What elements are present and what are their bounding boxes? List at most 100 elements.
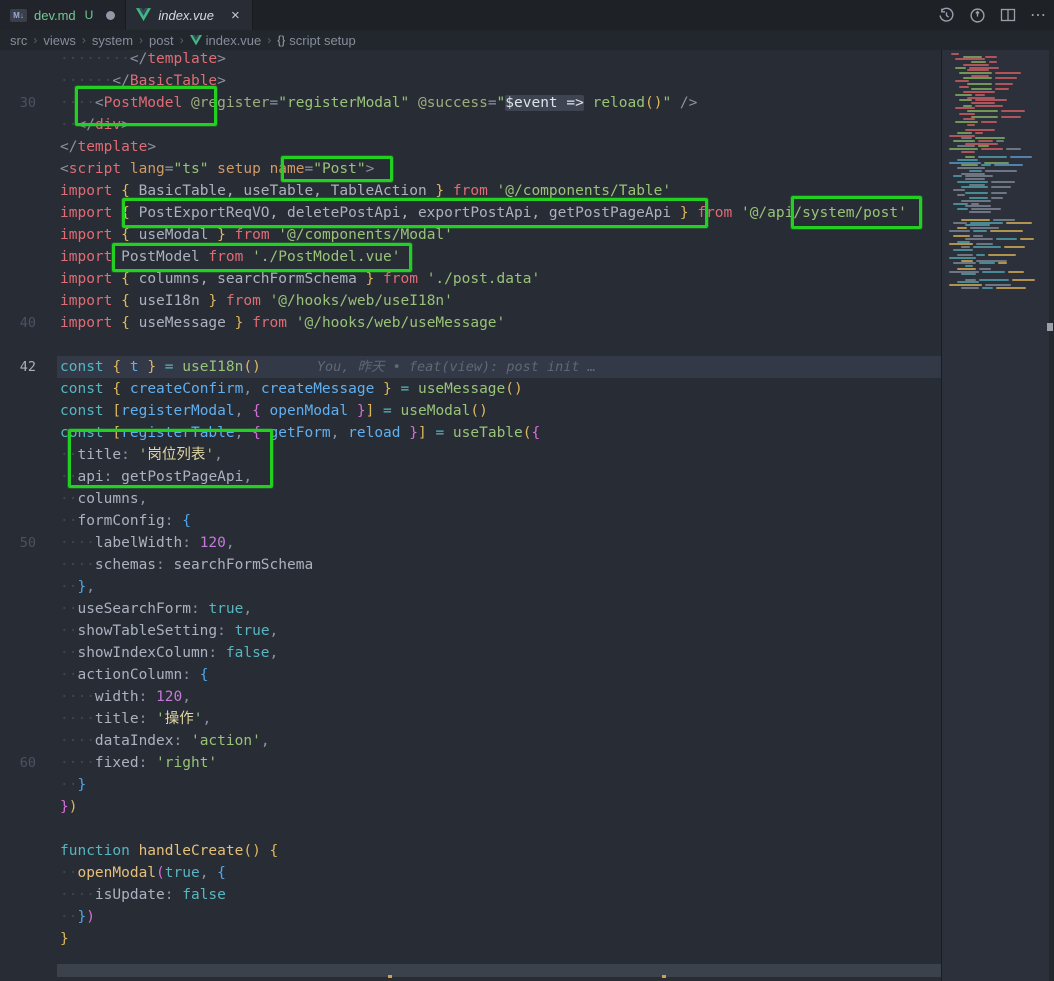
minimap-row — [949, 287, 1045, 289]
breadcrumb-item-src[interactable]: src — [10, 33, 27, 48]
code-line-63[interactable] — [0, 818, 941, 840]
code-line-67[interactable]: ··}) — [0, 906, 941, 928]
code-token: , — [261, 733, 270, 749]
breadcrumb-item-views[interactable]: views — [43, 33, 76, 48]
code-line-35[interactable]: import { PostExportReqVO, deletePostApi,… — [0, 202, 941, 224]
clipped-text-fragment — [388, 975, 392, 978]
code-line-33[interactable]: <script lang="ts" setup name="Post"> — [0, 158, 941, 180]
line-number[interactable]: 50 — [0, 532, 36, 554]
minimap[interactable] — [941, 50, 1054, 981]
timeline-icon[interactable] — [938, 7, 955, 24]
minimap-code-segment — [955, 80, 969, 82]
code-line-47[interactable]: ··api: getPostPageApi, — [0, 466, 941, 488]
code-text: const [registerModal, { openModal }] = u… — [60, 400, 488, 422]
minimap-code-segment — [971, 203, 979, 205]
code-line-58[interactable]: ····title: '操作', — [0, 708, 941, 730]
code-line-66[interactable]: ····isUpdate: false — [0, 884, 941, 906]
breadcrumb-item-post[interactable]: post — [149, 33, 174, 48]
code-token: : — [208, 645, 225, 661]
code-line-39[interactable]: import { useI18n } from '@/hooks/web/use… — [0, 290, 941, 312]
line-number[interactable]: 40 — [0, 312, 36, 334]
tab-dev-md[interactable]: M↓ dev.md U — [0, 0, 126, 30]
line-number[interactable]: 30 — [0, 92, 36, 114]
minimap-row — [949, 230, 1045, 232]
code-line-43[interactable]: const { createConfirm, createMessage } =… — [0, 378, 941, 400]
code-line-36[interactable]: import { useModal } from '@/components/M… — [0, 224, 941, 246]
line-number[interactable]: 60 — [0, 752, 36, 774]
breadcrumb-item-system[interactable]: system — [92, 33, 133, 48]
code-line-53[interactable]: ··useSearchForm: true, — [0, 598, 941, 620]
minimap-code-segment — [957, 208, 968, 210]
tab-index-vue[interactable]: index.vue × — [126, 0, 252, 30]
code-token: ·· — [60, 623, 77, 639]
code-line-28[interactable]: ········</template> — [0, 50, 941, 70]
minimap-row — [949, 279, 1045, 281]
code-text: const { t } = useI18n()You, 昨天 • feat(vi… — [60, 356, 596, 378]
code-token: labelWidth — [95, 535, 182, 551]
code-token: </ — [112, 73, 129, 89]
breadcrumb-item-script-setup[interactable]: {}script setup — [277, 33, 356, 48]
code-text: import { useMessage } from '@/hooks/web/… — [60, 312, 505, 334]
code-line-50[interactable]: 50····labelWidth: 120, — [0, 532, 941, 554]
code-line-30[interactable]: 30····<PostModel @register="registerModa… — [0, 92, 941, 114]
code-line-68[interactable]: } — [0, 928, 941, 950]
minimap-code-segment — [961, 173, 985, 175]
line-number[interactable]: 42 — [0, 356, 36, 378]
code-token: } — [435, 183, 444, 199]
minimap-row — [949, 189, 1045, 191]
horizontal-scrollbar[interactable] — [57, 964, 941, 977]
minimap-row — [949, 251, 1045, 253]
code-line-52[interactable]: ··}, — [0, 576, 941, 598]
more-actions-icon[interactable]: ⋯ — [1030, 5, 1046, 25]
scrollbar-thumb[interactable] — [1047, 323, 1053, 331]
run-icon[interactable] — [969, 7, 986, 24]
code-line-57[interactable]: ····width: 120, — [0, 686, 941, 708]
code-token: import — [60, 271, 112, 287]
close-icon[interactable]: × — [229, 7, 242, 24]
code-token: : — [165, 513, 182, 529]
code-line-31[interactable]: ··</div> — [0, 114, 941, 136]
code-text: import { useI18n } from '@/hooks/web/use… — [60, 290, 453, 312]
minimap-row — [949, 216, 1045, 218]
code-line-45[interactable]: const [registerTable, { getForm, reload … — [0, 422, 941, 444]
code-token: ·· — [60, 601, 77, 617]
code-line-37[interactable]: import PostModel from './PostModel.vue' — [0, 246, 941, 268]
code-token: , — [331, 425, 348, 441]
code-line-56[interactable]: ··actionColumn: { — [0, 664, 941, 686]
code-line-55[interactable]: ··showIndexColumn: false, — [0, 642, 941, 664]
code-editor[interactable]: ········</template>······</BasicTable>30… — [0, 50, 941, 981]
code-line-65[interactable]: ··openModal(true, { — [0, 862, 941, 884]
breadcrumb-item-index-vue[interactable]: index.vue — [190, 33, 262, 48]
split-editor-icon[interactable] — [1000, 7, 1016, 23]
code-line-34[interactable]: import { BasicTable, useTable, TableActi… — [0, 180, 941, 202]
code-line-54[interactable]: ··showTableSetting: true, — [0, 620, 941, 642]
code-token: columns — [77, 491, 138, 507]
minimap-code-segment — [957, 254, 973, 256]
code-line-38[interactable]: import { columns, searchFormSchema } fro… — [0, 268, 941, 290]
code-line-48[interactable]: ··columns, — [0, 488, 941, 510]
code-line-42[interactable]: 42 const { t } = useI18n()You, 昨天 • feat(… — [0, 356, 941, 378]
code-line-46[interactable]: ··title: '岗位列表', — [0, 444, 941, 466]
code-token: , — [182, 689, 191, 705]
code-token: , — [270, 645, 279, 661]
code-line-61[interactable]: ··} — [0, 774, 941, 796]
code-line-44[interactable]: const [registerModal, { openModal }] = u… — [0, 400, 941, 422]
code-line-49[interactable]: ··formConfig: { — [0, 510, 941, 532]
code-token: 操作 — [165, 711, 194, 727]
code-token: from — [383, 271, 418, 287]
unsaved-dot-icon[interactable] — [106, 11, 115, 20]
minimap-code-segment — [995, 77, 1017, 79]
breadcrumb-separator: › — [139, 33, 143, 47]
minimap-row — [949, 162, 1045, 164]
code-line-60[interactable]: 60····fixed: 'right' — [0, 752, 941, 774]
minimap-row — [949, 69, 1045, 71]
code-line-32[interactable]: </template> — [0, 136, 941, 158]
code-line-64[interactable]: function handleCreate() { — [0, 840, 941, 862]
code-line-62[interactable]: }) — [0, 796, 941, 818]
code-line-41[interactable] — [0, 334, 941, 356]
minimap-row — [949, 222, 1045, 224]
code-line-29[interactable]: ······</BasicTable> — [0, 70, 941, 92]
code-line-40[interactable]: 40 import { useMessage } from '@/hooks/we… — [0, 312, 941, 334]
code-line-51[interactable]: ····schemas: searchFormSchema — [0, 554, 941, 576]
code-line-59[interactable]: ····dataIndex: 'action', — [0, 730, 941, 752]
